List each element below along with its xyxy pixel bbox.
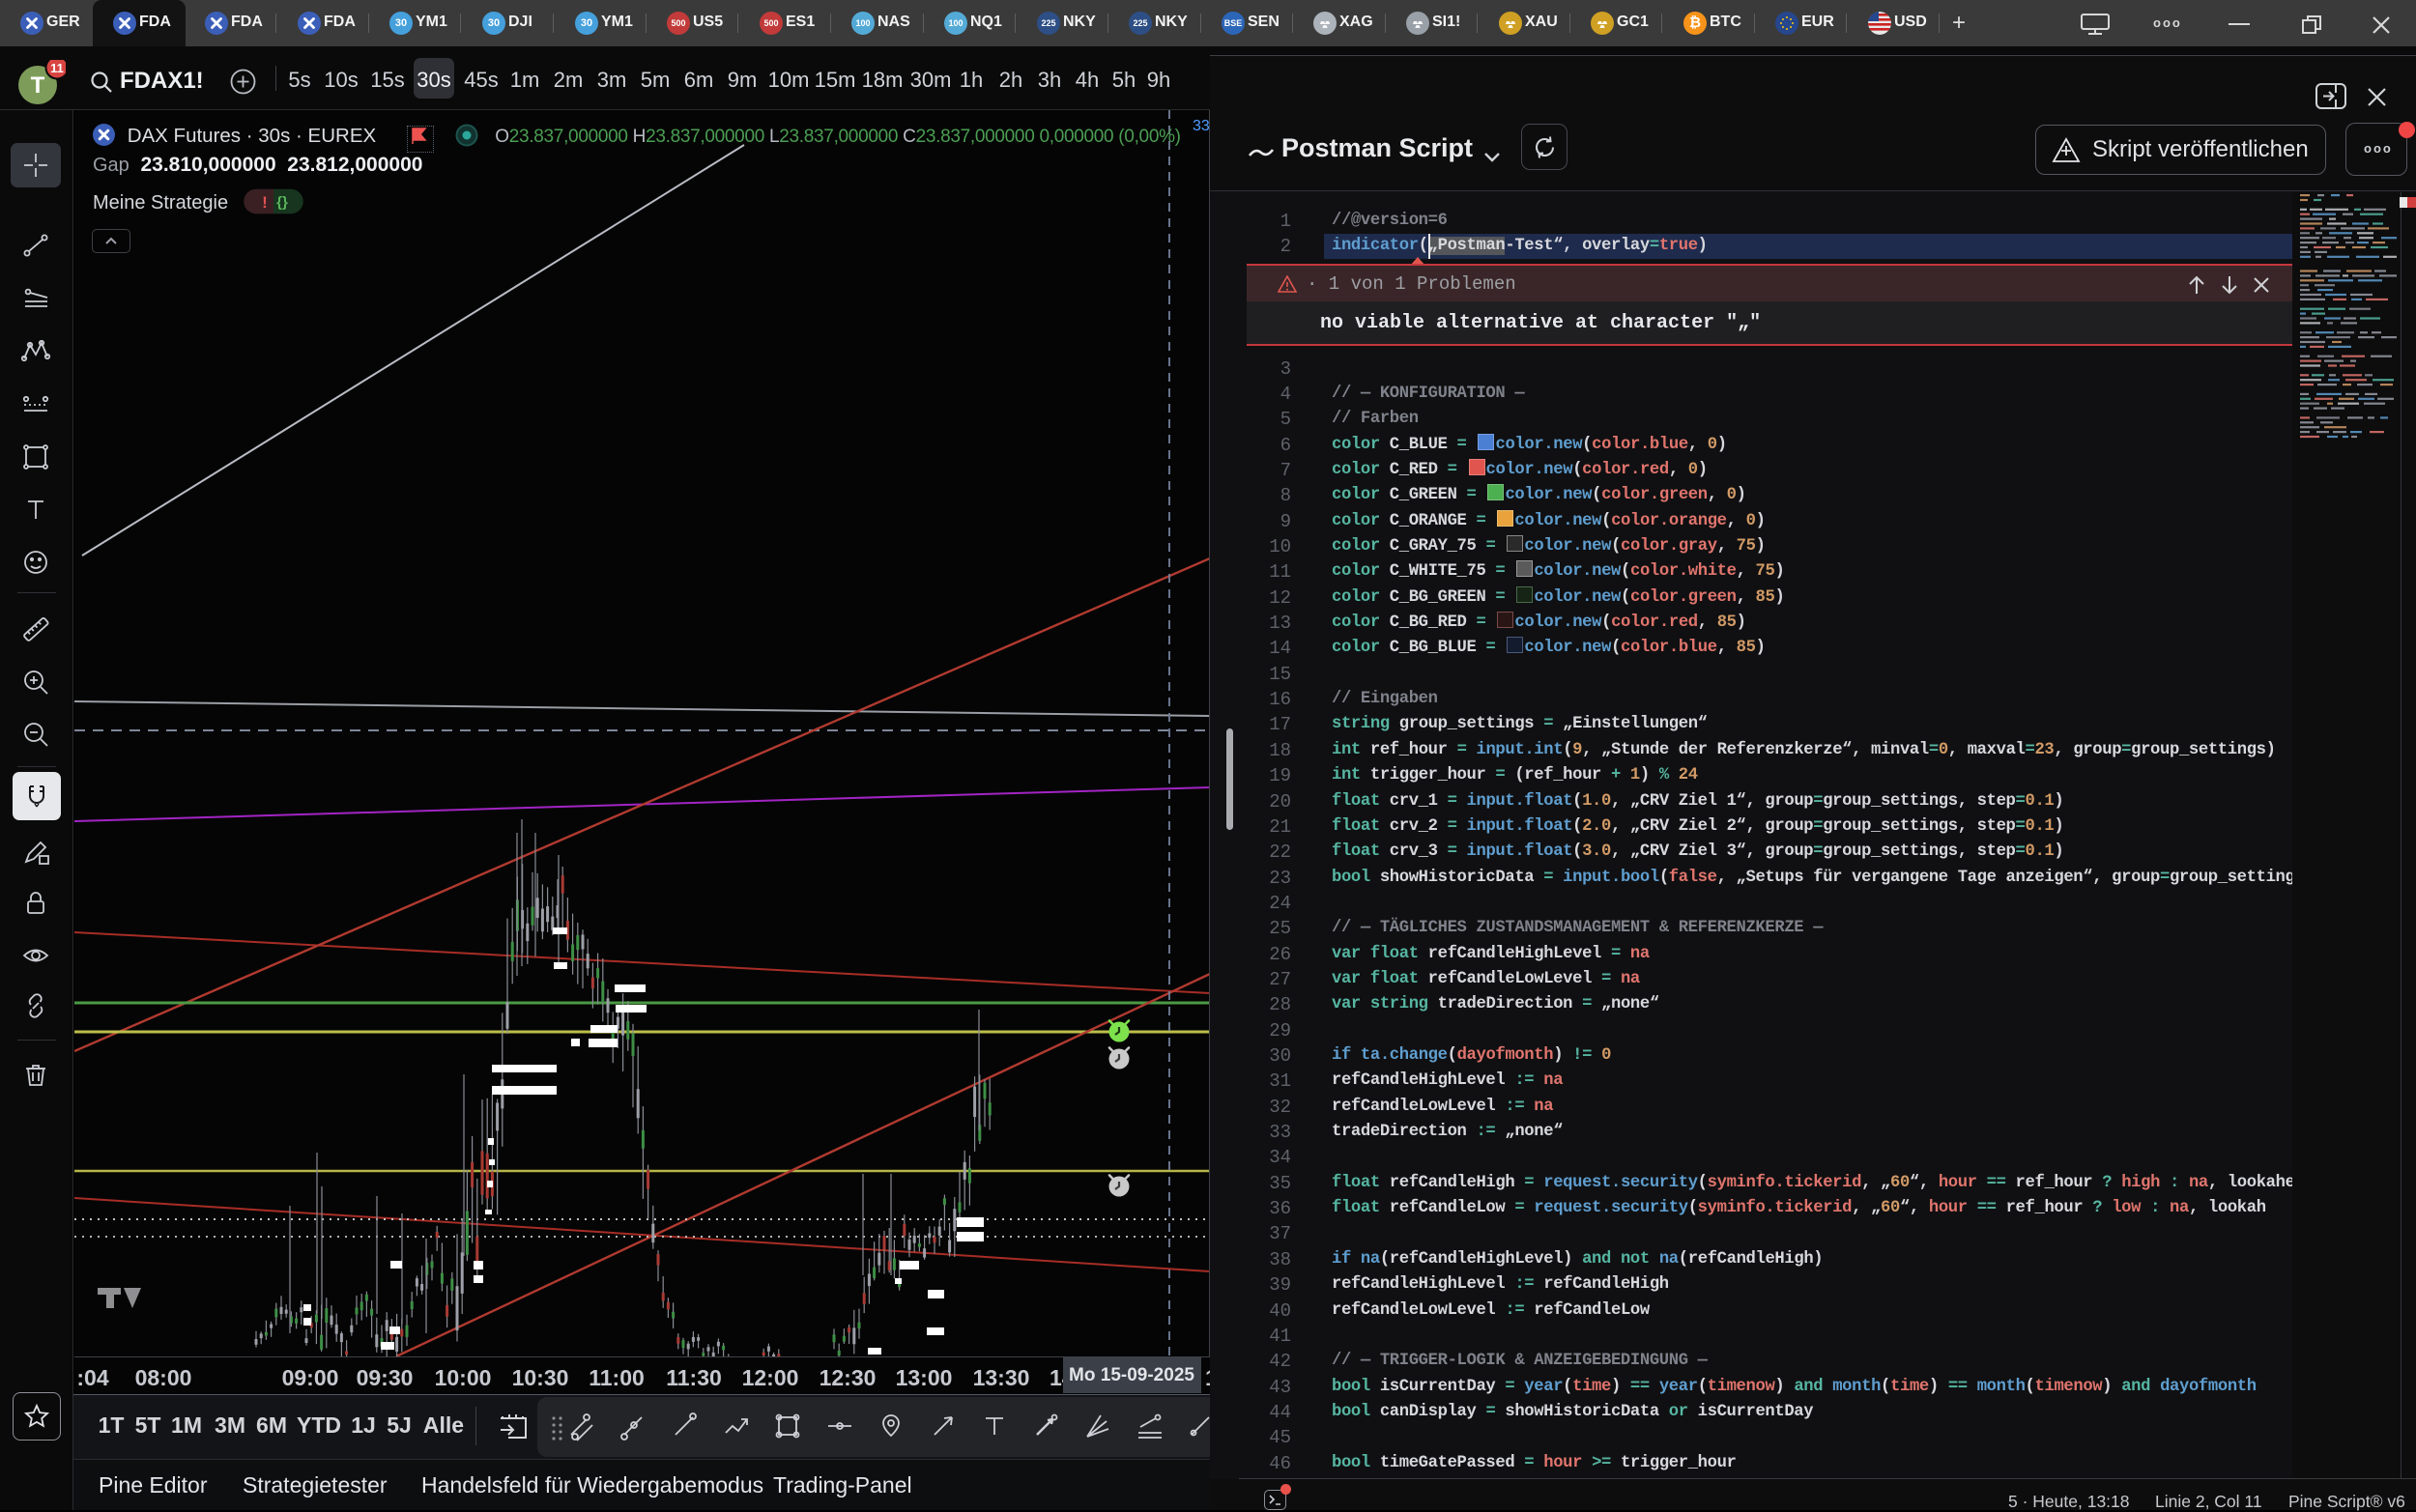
svg-text:33: 33 (1193, 118, 1210, 134)
svg-text:T: T (31, 72, 45, 99)
svg-text:{}: {} (276, 194, 288, 211)
svg-text:!: ! (262, 193, 268, 212)
svg-text:11: 11 (50, 61, 64, 75)
